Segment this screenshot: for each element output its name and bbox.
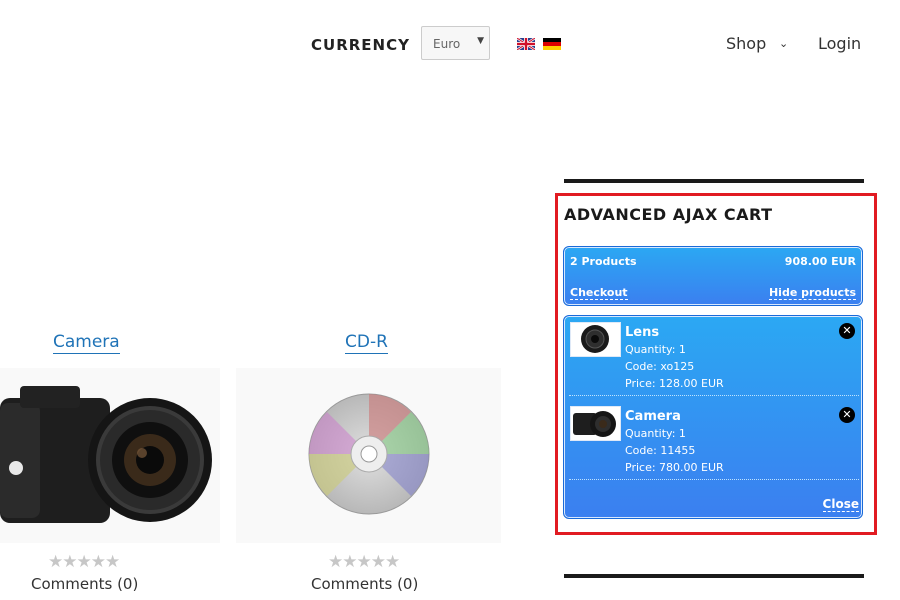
hide-products-link[interactable]: Hide products xyxy=(768,286,856,300)
cart-summary: 2 Products 908.00 EUR Checkout Hide prod… xyxy=(563,246,863,306)
chevron-down-icon: ▼ xyxy=(477,36,484,46)
de-flag-icon[interactable] xyxy=(543,38,561,50)
cd-image xyxy=(308,393,430,515)
cart-total: 908.00 EUR xyxy=(784,255,856,268)
product-image-camera[interactable] xyxy=(0,368,220,543)
chevron-down-icon[interactable]: ⌄ xyxy=(779,37,788,50)
lens-thumbnail xyxy=(570,322,621,357)
nav-shop-link[interactable]: Shop xyxy=(726,34,766,53)
cart-item-name[interactable]: Lens xyxy=(625,325,659,340)
currency-select[interactable]: Euro ▼ xyxy=(421,26,490,60)
cart-item-quantity: Quantity: 1 xyxy=(625,427,686,440)
remove-item-icon[interactable]: ✕ xyxy=(839,323,855,339)
currency-label: CURRENCY xyxy=(311,36,410,54)
sidebar-divider xyxy=(564,574,864,578)
cart-widget-title: ADVANCED AJAX CART xyxy=(564,205,773,224)
checkout-link[interactable]: Checkout xyxy=(570,286,628,300)
cart-item-code: Code: 11455 xyxy=(625,444,696,457)
cart-item-price: Price: 128.00 EUR xyxy=(625,377,724,390)
close-cart-link[interactable]: Close xyxy=(822,498,859,512)
rating-stars[interactable]: ★★★★★ xyxy=(48,552,120,572)
camera-image xyxy=(0,386,212,523)
product-image-cdr[interactable] xyxy=(236,368,501,543)
nav-login-link[interactable]: Login xyxy=(818,34,861,53)
cart-product-count: 2 Products xyxy=(570,255,637,268)
camera-thumbnail xyxy=(570,406,621,441)
cart-item-price: Price: 780.00 EUR xyxy=(625,461,724,474)
comments-count: Comments (0) xyxy=(311,575,419,593)
cart-item-code: Code: xo125 xyxy=(625,360,695,373)
cart-items-panel: Lens Quantity: 1 Code: xo125 Price: 128.… xyxy=(563,315,863,519)
product-title-camera[interactable]: Camera xyxy=(53,332,120,354)
cart-item: Lens Quantity: 1 Code: xo125 Price: 128.… xyxy=(569,321,859,396)
comments-count: Comments (0) xyxy=(31,575,139,593)
product-title-cdr[interactable]: CD-R xyxy=(345,332,388,354)
cart-item-name[interactable]: Camera xyxy=(625,409,681,424)
currency-select-value: Euro xyxy=(433,37,461,51)
cart-item-quantity: Quantity: 1 xyxy=(625,343,686,356)
rating-stars[interactable]: ★★★★★ xyxy=(328,552,400,572)
remove-item-icon[interactable]: ✕ xyxy=(839,407,855,423)
sidebar-divider xyxy=(564,179,864,183)
cart-item: Camera Quantity: 1 Code: 11455 Price: 78… xyxy=(569,405,859,480)
uk-flag-icon[interactable] xyxy=(517,38,535,50)
